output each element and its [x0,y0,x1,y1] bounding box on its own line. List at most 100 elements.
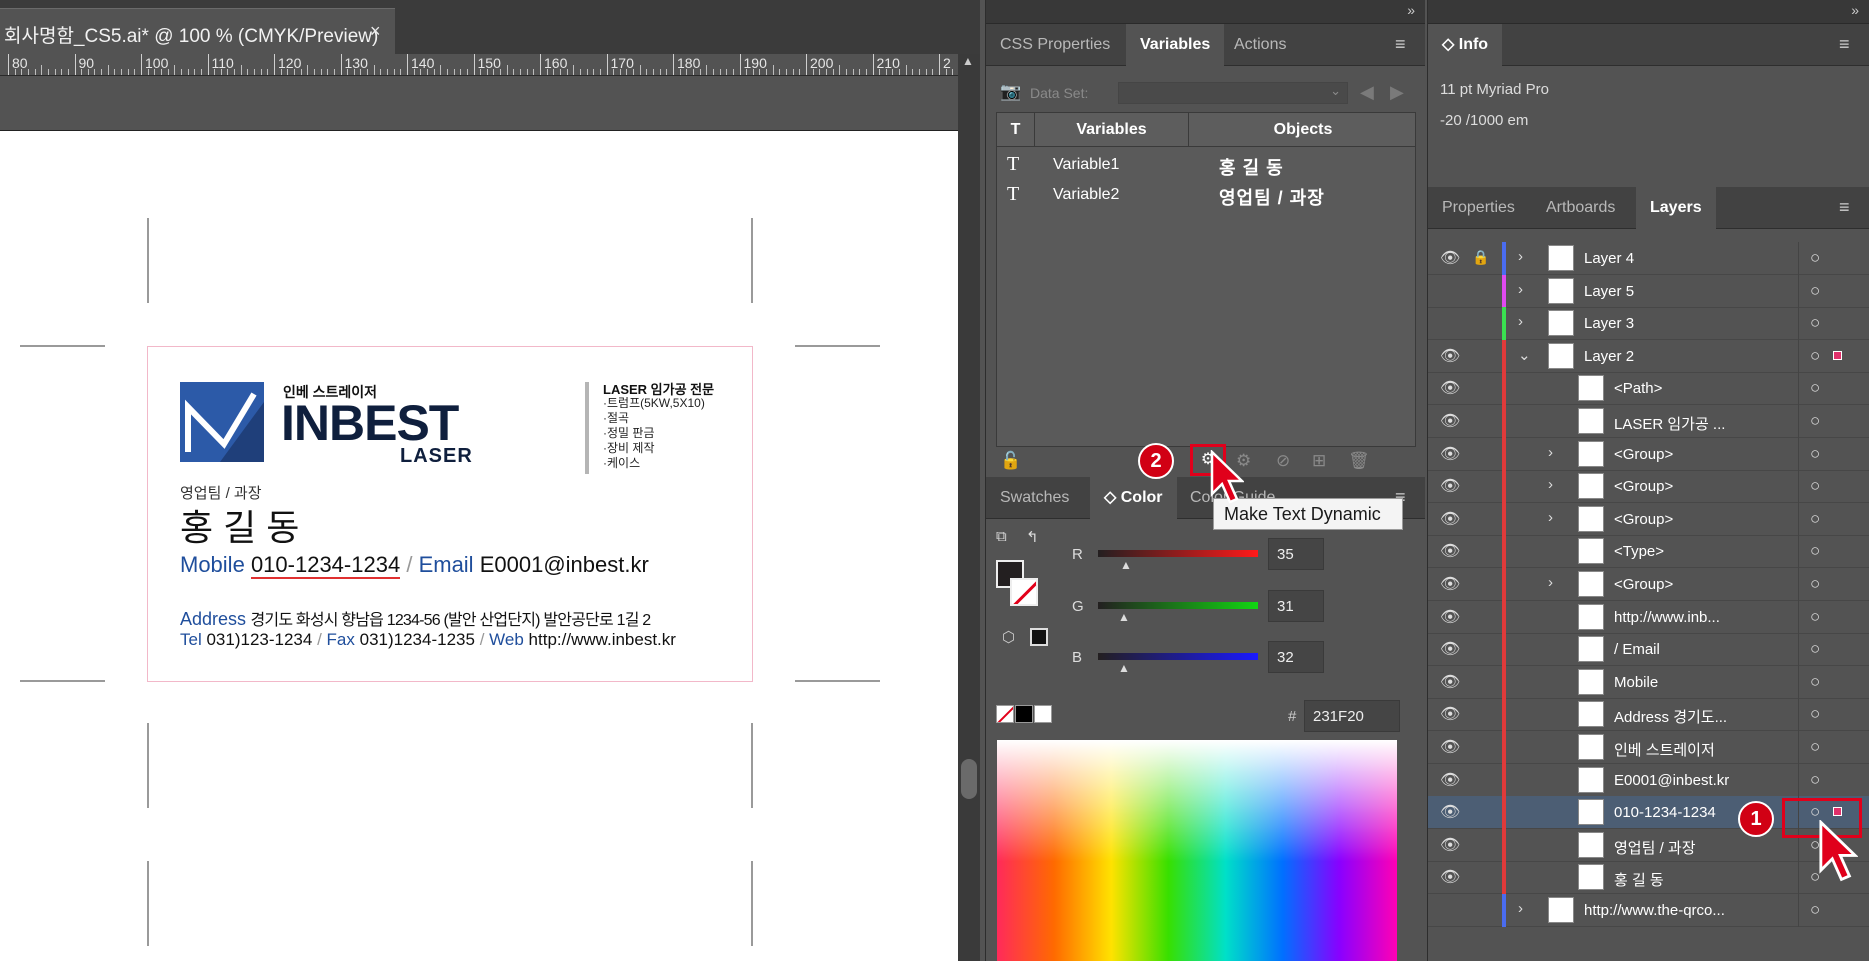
eye-icon[interactable]: 👁 [1440,541,1460,561]
column-type[interactable]: T [997,113,1035,147]
target-circle-icon[interactable]: ○ [1810,313,1820,333]
unbind-icon[interactable]: ⊘ [1276,451,1290,471]
target-circle-icon[interactable]: ○ [1810,672,1820,692]
green-slider[interactable]: G ▲ 31 [986,590,1426,626]
dataset-select[interactable]: ⌄ [1118,82,1348,104]
selection-square-icon[interactable] [1833,350,1842,360]
column-variables[interactable]: Variables [1035,113,1189,147]
eye-icon[interactable]: 👁 [1440,737,1460,757]
tab-swatches[interactable]: Swatches [986,477,1083,519]
chevron-right-icon[interactable]: › [1518,248,1523,265]
layer-row[interactable]: 👁 인베 스트레이저 ○ [1428,731,1869,764]
eye-icon[interactable]: 👁 [1440,574,1460,594]
blue-track[interactable] [1098,653,1258,660]
target-circle-icon[interactable]: ○ [1810,737,1820,757]
chevron-down-icon[interactable]: ⌄ [1518,346,1531,364]
chevron-right-icon[interactable]: › [1518,313,1523,330]
next-dataset-icon[interactable]: ▶ [1390,82,1404,103]
target-circle-icon[interactable]: ○ [1810,541,1820,561]
chevron-right-icon[interactable]: › [1548,574,1553,591]
red-slider[interactable]: R ▲ 35 [986,538,1426,574]
target-circle-icon[interactable]: ○ [1810,378,1820,398]
close-tab-icon[interactable]: × [370,21,381,42]
delete-icon[interactable]: 🗑 [1348,451,1370,471]
eye-icon[interactable]: 👁 [1440,476,1460,496]
eye-icon[interactable]: 👁 [1440,607,1460,627]
red-value[interactable]: 35 [1268,538,1324,570]
document-tab[interactable]: 회사명함_CS5.ai* @ 100 % (CMYK/Preview) × [0,8,395,54]
eye-icon[interactable]: 👁 [1440,835,1460,855]
panel-menu-icon[interactable]: ≡ [1839,34,1857,55]
eye-icon[interactable]: 👁 [1440,509,1460,529]
layer-row[interactable]: 👁 › <Group> ○ [1428,437,1869,471]
eye-icon[interactable]: 👁 [1440,346,1460,366]
target-circle-icon[interactable]: ○ [1810,346,1820,366]
tab-css-properties[interactable]: CSS Properties [986,24,1124,66]
layer-row[interactable]: 👁 Address 경기도... ○ [1428,698,1869,732]
target-circle-icon[interactable]: ○ [1810,607,1820,627]
horizontal-ruler[interactable]: 80 90 100 110 120 130 140 150 160 170 180 190 200 210… [0,54,958,76]
target-circle-icon[interactable]: ○ [1810,509,1820,529]
tab-variables[interactable]: Variables [1126,24,1225,66]
lock-icon[interactable]: 🔓 [1000,451,1021,471]
target-circle-icon[interactable]: ○ [1810,281,1820,301]
tab-info[interactable]: ◇ Info [1428,24,1503,66]
eye-icon[interactable]: 👁 [1440,378,1460,398]
tab-color[interactable]: ◇ Color [1090,477,1177,519]
eye-icon[interactable]: 👁 [1440,672,1460,692]
layer-row[interactable]: 👁 › <Group> ○ [1428,568,1869,601]
collapse-icon[interactable]: » [1407,2,1415,18]
tab-layers[interactable]: Layers [1636,187,1716,229]
green-value[interactable]: 31 [1268,590,1324,622]
eye-icon[interactable]: 👁 [1440,411,1460,431]
target-circle-icon[interactable]: ○ [1810,704,1820,724]
scroll-thumb[interactable] [961,759,977,799]
panel-menu-icon[interactable]: ≡ [1395,34,1413,55]
chevron-right-icon[interactable]: › [1548,476,1553,493]
business-card[interactable]: 인베 스트레이저 INBEST LASER LASER 임가공 전문 ·트럼프(… [147,346,753,682]
collapse-bar[interactable]: » [1428,0,1869,24]
slider-thumb-icon[interactable]: ▲ [1118,661,1130,675]
eye-icon[interactable]: 👁 [1440,867,1460,887]
slider-thumb-icon[interactable]: ▲ [1120,558,1132,572]
layer-row[interactable]: › Layer 3 ○ [1428,307,1869,341]
target-circle-icon[interactable]: ○ [1810,248,1820,268]
layer-row[interactable]: 👁 홍 길 동 ○ [1428,861,1869,895]
chevron-right-icon[interactable]: › [1518,281,1523,298]
red-track[interactable] [1098,550,1258,557]
collapse-bar[interactable]: » [986,0,1425,24]
layer-row[interactable]: 👁 / Email ○ [1428,633,1869,667]
layer-row[interactable]: 👁 E0001@inbest.kr ○ [1428,763,1869,797]
hex-input[interactable]: 231F20 [1304,700,1400,732]
eye-icon[interactable]: 👁 [1440,639,1460,659]
layer-row[interactable]: › http://www.the-qrco... ○ [1428,894,1869,927]
target-circle-icon[interactable]: ○ [1810,770,1820,790]
chevron-right-icon[interactable]: › [1548,444,1553,461]
column-objects[interactable]: Objects [1189,113,1417,147]
previous-dataset-icon[interactable]: ◀ [1360,82,1374,103]
layer-row[interactable]: › Layer 5 ○ [1428,274,1869,308]
color-spectrum[interactable] [997,740,1397,961]
tab-properties[interactable]: Properties [1428,187,1529,229]
green-track[interactable] [1098,602,1258,609]
variable-row[interactable]: T Variable2 영업팀 / 과장 [997,179,1415,209]
target-circle-icon[interactable]: ○ [1810,574,1820,594]
target-circle-icon[interactable]: ○ [1810,411,1820,431]
target-circle-icon[interactable]: ○ [1810,639,1820,659]
layer-row[interactable]: 👁 <Type> ○ [1428,535,1869,569]
blue-slider[interactable]: B ▲ 32 [986,641,1426,677]
eye-icon[interactable]: 👁 [1440,770,1460,790]
eye-icon[interactable]: 👁 [1440,444,1460,464]
slider-thumb-icon[interactable]: ▲ [1118,610,1130,624]
layer-row[interactable]: 👁 LASER 임가공 ... ○ [1428,405,1869,438]
eye-icon[interactable]: 👁 [1440,248,1460,268]
layer-row[interactable]: 👁 🔒 › Layer 4 ○ [1428,242,1869,275]
blue-value[interactable]: 32 [1268,641,1324,673]
chevron-right-icon[interactable]: › [1548,509,1553,526]
chevron-right-icon[interactable]: › [1518,900,1523,917]
lock-icon[interactable]: 🔒 [1472,249,1489,266]
scroll-up-icon[interactable]: ▲ [962,54,974,68]
collapse-icon[interactable]: » [1851,2,1859,18]
layer-row[interactable]: 👁 <Path> ○ [1428,372,1869,406]
layer-row[interactable]: 👁 http://www.inb... ○ [1428,600,1869,634]
